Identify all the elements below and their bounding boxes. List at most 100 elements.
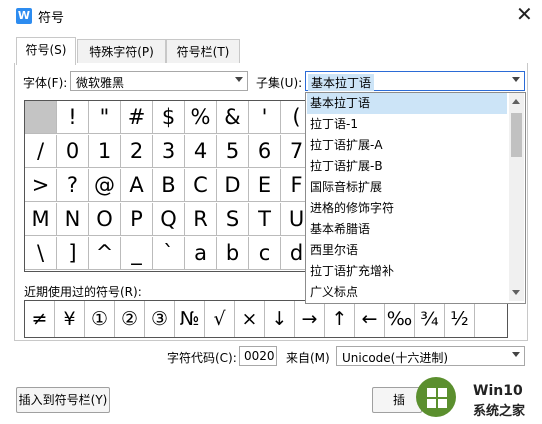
symbol-grid: ! " # $% & '(/0 1 2 3 4 5 6 7 >? @ A B C D E F M N O P Q R S T U \] ^ _ `…: [24, 100, 309, 272]
subset-option[interactable]: 广义标点: [307, 282, 507, 303]
tab-symbols[interactable]: 符号(S): [16, 37, 76, 65]
chevron-down-icon: [512, 352, 520, 357]
recent-symbol-cell[interactable]: ←: [355, 301, 385, 337]
recent-symbol-cell[interactable]: ≠: [25, 301, 55, 337]
symbol-cell[interactable]: A: [121, 169, 153, 202]
symbol-cell[interactable]: 2: [121, 135, 153, 168]
symbol-cell[interactable]: E: [249, 169, 281, 202]
symbol-cell[interactable]: ?: [57, 169, 89, 202]
char-code-label: 字符代码(C):: [167, 351, 237, 365]
char-code-value: 0020: [244, 349, 275, 363]
recent-symbol-cell[interactable]: ↑: [325, 301, 355, 337]
font-label: 字体(F):: [23, 76, 68, 90]
symbol-cell[interactable]: ]: [57, 237, 89, 270]
char-code-input[interactable]: 0020: [239, 346, 277, 366]
watermark-line2: 系统之家: [473, 404, 526, 419]
symbol-cell[interactable]: ^: [89, 237, 121, 270]
symbol-cell[interactable]: R: [185, 203, 217, 236]
symbol-cell[interactable]: 0: [57, 135, 89, 168]
symbol-cell[interactable]: N: [57, 203, 89, 236]
recent-symbol-cell[interactable]: ③: [145, 301, 175, 337]
symbol-cell[interactable]: `: [153, 237, 185, 270]
symbol-cell[interactable]: !: [57, 101, 89, 134]
font-select[interactable]: 微软雅黑: [70, 71, 248, 91]
chevron-down-icon: [512, 77, 520, 82]
symbol-cell[interactable]: P: [121, 203, 153, 236]
symbol-cell[interactable]: ": [89, 101, 121, 134]
recent-symbol-cell[interactable]: [475, 301, 505, 337]
recent-label: 近期使用过的符号(R):: [24, 285, 142, 299]
symbol-cell[interactable]: &: [217, 101, 249, 134]
symbol-cell[interactable]: \: [25, 237, 57, 270]
symbol-cell[interactable]: 4: [185, 135, 217, 168]
recent-symbol-cell[interactable]: ①: [85, 301, 115, 337]
scroll-down-icon[interactable]: [512, 290, 520, 295]
symbol-cell[interactable]: C: [185, 169, 217, 202]
app-icon: W: [16, 8, 32, 24]
title-bar: [0, 0, 542, 30]
recent-symbol-cell[interactable]: ↓: [265, 301, 295, 337]
symbol-cell[interactable]: @: [89, 169, 121, 202]
subset-option[interactable]: 国际音标扩展: [307, 177, 507, 198]
scroll-thumb[interactable]: [511, 113, 522, 157]
tab-symbol-bar[interactable]: 符号栏(T): [166, 39, 240, 64]
symbol-cell[interactable]: ': [249, 101, 281, 134]
from-select[interactable]: Unicode(十六进制): [336, 346, 525, 366]
close-icon[interactable]: ✕: [516, 3, 533, 25]
symbol-cell[interactable]: >: [25, 169, 57, 202]
symbol-cell[interactable]: T: [249, 203, 281, 236]
subset-dropdown-list[interactable]: 基本拉丁语 拉丁语-1 拉丁语扩展-A 拉丁语扩展-B 国际音标扩展 进格的修饰字符 基本希…: [305, 92, 526, 304]
symbol-cell[interactable]: S: [217, 203, 249, 236]
subset-option[interactable]: 基本希腊语: [307, 219, 507, 240]
symbol-cell[interactable]: 5: [217, 135, 249, 168]
subset-value: 基本拉丁语: [308, 74, 375, 91]
symbol-cell[interactable]: 6: [249, 135, 281, 168]
subset-option[interactable]: 进格的修饰字符: [307, 198, 507, 219]
insert-to-symbol-bar-button[interactable]: 插入到符号栏(Y): [16, 387, 110, 413]
tab-special-chars[interactable]: 特殊字符(P): [77, 39, 166, 64]
watermark-line1: Win10: [473, 383, 523, 399]
symbol-cell[interactable]: a: [185, 237, 217, 270]
recent-symbol-cell[interactable]: ‰: [385, 301, 415, 337]
symbol-cell[interactable]: c: [249, 237, 281, 270]
symbol-cell[interactable]: M: [25, 203, 57, 236]
windows-icon: [427, 388, 447, 408]
symbol-cell[interactable]: 3: [153, 135, 185, 168]
symbol-cell[interactable]: B: [153, 169, 185, 202]
dropdown-scrollbar[interactable]: [509, 93, 524, 301]
subset-option[interactable]: 拉丁语扩展-B: [307, 156, 507, 177]
subset-label: 子集(U):: [256, 76, 303, 90]
subset-option[interactable]: 拉丁语扩充增补: [307, 261, 507, 282]
scroll-up-icon[interactable]: [512, 99, 520, 104]
chevron-down-icon: [235, 77, 243, 82]
symbol-cell[interactable]: O: [89, 203, 121, 236]
symbol-cell[interactable]: $: [153, 101, 185, 134]
subset-option[interactable]: 拉丁语扩展-A: [307, 135, 507, 156]
subset-select[interactable]: 基本拉丁语: [305, 71, 525, 91]
from-label: 来自(M): [286, 351, 330, 365]
symbol-cell[interactable]: b: [217, 237, 249, 270]
subset-option[interactable]: 基本拉丁语: [307, 93, 507, 114]
insert-button[interactable]: 插: [372, 387, 422, 413]
font-value: 微软雅黑: [76, 76, 125, 90]
symbol-cell[interactable]: _: [121, 237, 153, 270]
subset-option[interactable]: 西里尔语: [307, 240, 507, 261]
recent-symbol-cell[interactable]: №: [175, 301, 205, 337]
symbol-cell[interactable]: /: [25, 135, 57, 168]
symbol-cell[interactable]: D: [217, 169, 249, 202]
symbol-cell[interactable]: #: [121, 101, 153, 134]
recent-symbol-cell[interactable]: √: [205, 301, 235, 337]
window-title: 符号: [38, 11, 65, 26]
subset-option[interactable]: 拉丁语-1: [307, 114, 507, 135]
recent-symbol-cell[interactable]: ½: [445, 301, 475, 337]
symbol-cell[interactable]: [25, 101, 57, 134]
symbol-cell[interactable]: Q: [153, 203, 185, 236]
recent-symbol-cell[interactable]: →: [295, 301, 325, 337]
symbol-cell[interactable]: 1: [89, 135, 121, 168]
recent-symbols-row: ≠ ¥ ① ② ③ № √ × ↓ → ↑ ← ‰ ¾ ½: [24, 300, 508, 338]
recent-symbol-cell[interactable]: ¥: [55, 301, 85, 337]
recent-symbol-cell[interactable]: ②: [115, 301, 145, 337]
recent-symbol-cell[interactable]: ¾: [415, 301, 445, 337]
recent-symbol-cell[interactable]: ×: [235, 301, 265, 337]
symbol-cell[interactable]: %: [185, 101, 217, 134]
